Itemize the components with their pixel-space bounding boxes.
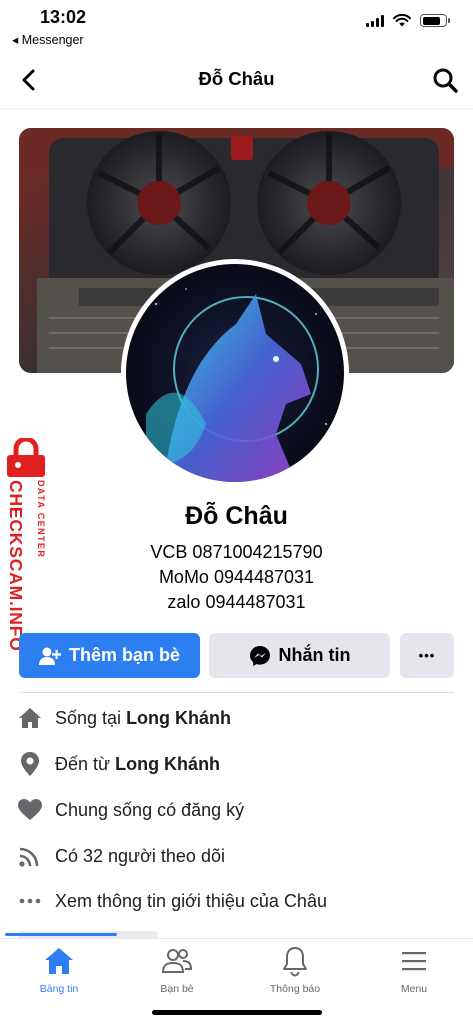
messenger-icon xyxy=(249,645,270,666)
lives-in-prefix: Sống tại xyxy=(55,707,122,728)
home-indicator[interactable] xyxy=(152,1010,322,1015)
location-pin-icon xyxy=(17,751,43,777)
search-icon[interactable] xyxy=(431,66,459,94)
tab-label: Thông báo xyxy=(269,983,321,995)
tab-label: Menu xyxy=(400,983,428,995)
add-friend-icon xyxy=(38,647,61,665)
tab-friends[interactable]: Bạn bè xyxy=(118,945,236,995)
menu-icon xyxy=(402,952,426,971)
info-lives-in: Sống tại Long Khánh xyxy=(17,704,231,732)
tab-label: Bảng tin xyxy=(39,983,79,995)
status-icons xyxy=(366,14,450,27)
section-divider xyxy=(19,692,454,693)
info-followers[interactable]: Có 32 người theo dõi xyxy=(17,842,225,870)
from-place-link[interactable]: Long Khánh xyxy=(115,754,220,775)
bottom-tab-bar: Bảng tin Bạn bè Thông báo Menu xyxy=(0,938,473,998)
info-relationship: Chung sống có đăng ký xyxy=(17,796,244,824)
status-bar: 13:02 ◂ Messenger xyxy=(0,0,473,50)
header-divider xyxy=(0,108,473,109)
profile-name: Đỗ Châu xyxy=(185,502,288,530)
info-from: Đến từ Long Khánh xyxy=(17,750,220,778)
back-to-messenger-link[interactable]: ◂ Messenger xyxy=(12,32,84,47)
battery-icon xyxy=(420,14,450,27)
profile-header: Đỗ Châu xyxy=(0,56,473,104)
home-icon xyxy=(17,705,43,731)
heart-icon xyxy=(17,797,43,823)
status-time: 13:02 xyxy=(40,7,87,27)
more-dots-icon: ••• xyxy=(418,648,436,663)
bio-line: MoMo 0944487031 xyxy=(158,567,315,587)
bell-icon xyxy=(283,947,307,977)
relationship-text: Chung sống có đăng ký xyxy=(55,799,245,820)
tab-menu[interactable]: Menu xyxy=(355,945,473,995)
more-dots-icon xyxy=(17,888,43,914)
add-friend-button[interactable]: Thêm bạn bè xyxy=(19,633,200,678)
tab-label: Bạn bè xyxy=(160,983,194,995)
see-about-text: Xem thông tin giới thiệu của Châu xyxy=(55,890,327,911)
bio-line: VCB 0871004215790 xyxy=(150,542,323,562)
active-tab-indicator xyxy=(5,933,117,936)
rss-followers-icon xyxy=(17,843,43,869)
profile-bio: VCB 0871004215790 MoMo 0944487031 zalo 0… xyxy=(0,540,473,615)
message-label: Nhắn tin xyxy=(278,645,351,665)
cellular-signal-icon xyxy=(366,14,384,27)
add-friend-label: Thêm bạn bè xyxy=(68,645,180,665)
message-button[interactable]: Nhắn tin xyxy=(209,633,390,678)
padlock-icon xyxy=(7,438,45,477)
info-see-about[interactable]: Xem thông tin giới thiệu của Châu xyxy=(17,887,327,915)
profile-avatar[interactable] xyxy=(121,259,349,487)
tab-news-feed[interactable]: Bảng tin xyxy=(0,945,118,995)
tab-notifications[interactable]: Thông báo xyxy=(236,945,354,995)
home-icon xyxy=(45,948,73,974)
lives-in-place-link[interactable]: Long Khánh xyxy=(126,708,231,729)
friends-icon xyxy=(161,949,193,973)
more-options-button[interactable]: ••• xyxy=(400,633,454,678)
followers-text: Có 32 người theo dõi xyxy=(55,845,225,866)
wifi-icon xyxy=(393,14,411,27)
bio-line: zalo 0944487031 xyxy=(167,592,306,612)
page-title: Đỗ Châu xyxy=(198,68,275,89)
from-prefix: Đến từ xyxy=(55,753,111,774)
